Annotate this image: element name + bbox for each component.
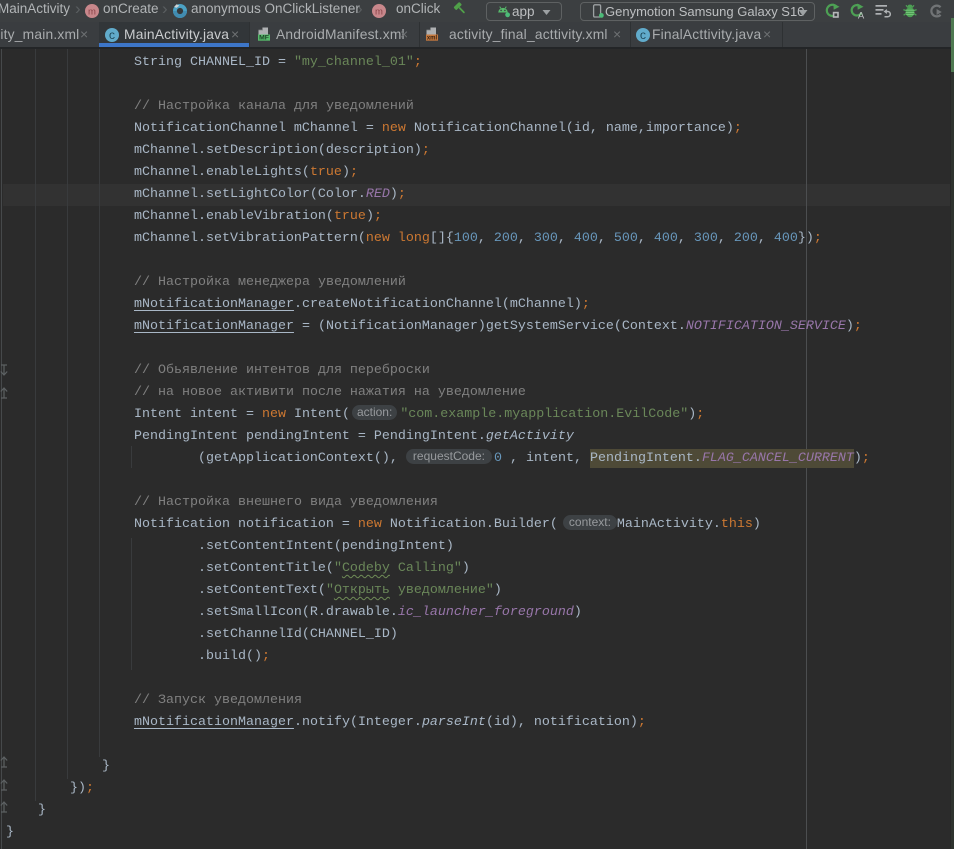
svg-text:m: m xyxy=(88,7,96,18)
svg-text:A: A xyxy=(858,11,865,20)
svg-text:xml: xml xyxy=(427,36,438,42)
svg-text:MF: MF xyxy=(259,35,269,42)
svg-text:m: m xyxy=(375,7,383,18)
svg-text:C: C xyxy=(109,31,115,43)
svg-text:C: C xyxy=(640,31,646,43)
